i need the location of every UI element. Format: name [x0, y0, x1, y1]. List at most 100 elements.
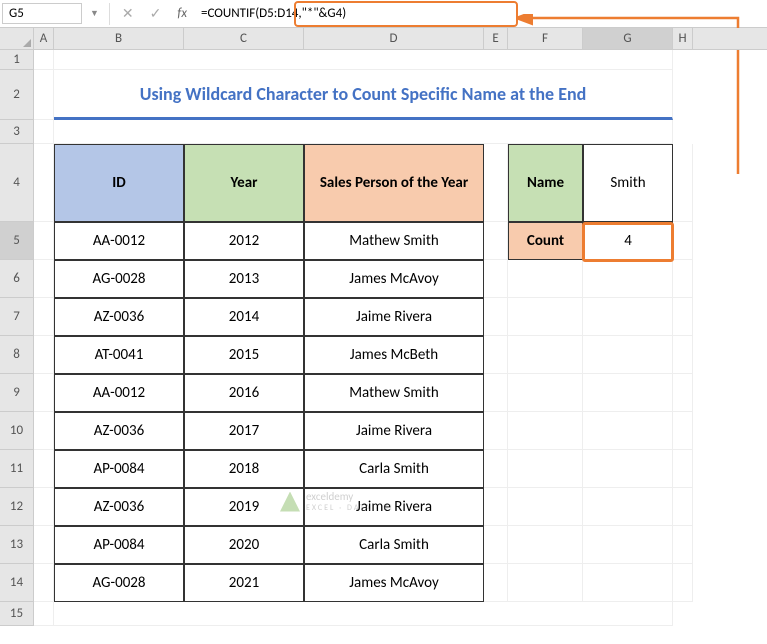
cell[interactable]	[583, 412, 673, 450]
table-cell[interactable]: AP-0084	[54, 526, 184, 564]
cell[interactable]	[54, 120, 673, 144]
cell[interactable]	[583, 526, 673, 564]
cell[interactable]	[484, 144, 508, 222]
cell[interactable]	[508, 374, 583, 412]
row-header[interactable]: 10	[0, 412, 34, 450]
cell[interactable]	[673, 412, 693, 450]
cell[interactable]	[484, 450, 508, 488]
col-header[interactable]: F	[508, 28, 583, 49]
table-cell[interactable]: 2016	[184, 374, 304, 412]
table-header-year[interactable]: Year	[184, 144, 304, 222]
cancel-icon[interactable]: ✕	[114, 5, 142, 22]
table-cell[interactable]: James McBeth	[304, 336, 484, 374]
table-cell[interactable]: 2020	[184, 526, 304, 564]
cell[interactable]	[583, 450, 673, 488]
table-cell[interactable]: AG-0028	[54, 564, 184, 602]
table-cell[interactable]: 2014	[184, 298, 304, 336]
page-title[interactable]: Using Wildcard Character to Count Specif…	[54, 70, 673, 120]
cell[interactable]	[484, 488, 508, 526]
table-cell[interactable]: James McAvoy	[304, 564, 484, 602]
table-cell[interactable]: Mathew Smith	[304, 374, 484, 412]
cell[interactable]	[673, 260, 693, 298]
cell[interactable]	[673, 526, 693, 564]
cell[interactable]	[508, 488, 583, 526]
table-cell[interactable]: Carla Smith	[304, 526, 484, 564]
cell[interactable]	[508, 526, 583, 564]
name-box-dropdown-icon[interactable]: ▼	[84, 8, 105, 19]
cell[interactable]	[34, 412, 54, 450]
row-header[interactable]: 1	[0, 50, 34, 70]
table-cell[interactable]: AP-0084	[54, 450, 184, 488]
lookup-name-value[interactable]: Smith	[583, 144, 673, 222]
table-cell[interactable]: AZ-0036	[54, 412, 184, 450]
table-cell[interactable]: AA-0012	[54, 374, 184, 412]
table-cell[interactable]: AZ-0036	[54, 488, 184, 526]
row-header[interactable]: 5	[0, 222, 34, 260]
cell[interactable]	[673, 374, 693, 412]
table-cell[interactable]: 2012	[184, 222, 304, 260]
table-cell[interactable]: James McAvoy	[304, 260, 484, 298]
table-cell[interactable]: 2017	[184, 412, 304, 450]
lookup-count-label[interactable]: Count	[508, 222, 583, 260]
row-header[interactable]: 4	[0, 144, 34, 222]
cell[interactable]	[34, 526, 54, 564]
cell[interactable]	[583, 374, 673, 412]
cell[interactable]	[673, 450, 693, 488]
cell[interactable]	[508, 260, 583, 298]
cell[interactable]	[583, 336, 673, 374]
cell[interactable]	[484, 298, 508, 336]
row-header[interactable]: 11	[0, 450, 34, 488]
col-header[interactable]: B	[54, 28, 184, 49]
row-header[interactable]: 7	[0, 298, 34, 336]
table-cell[interactable]: Jaime Rivera	[304, 298, 484, 336]
row-header[interactable]: 9	[0, 374, 34, 412]
table-cell[interactable]: 2018	[184, 450, 304, 488]
cell[interactable]	[484, 374, 508, 412]
cell[interactable]	[34, 374, 54, 412]
cell[interactable]	[34, 222, 54, 260]
cell[interactable]	[34, 564, 54, 602]
cell[interactable]	[583, 260, 673, 298]
cell[interactable]	[484, 260, 508, 298]
cell[interactable]	[508, 336, 583, 374]
row-header[interactable]: 15	[0, 602, 34, 626]
row-header[interactable]: 2	[0, 70, 34, 120]
cell[interactable]	[484, 412, 508, 450]
cell[interactable]	[673, 336, 693, 374]
row-header[interactable]: 12	[0, 488, 34, 526]
row-header[interactable]: 6	[0, 260, 34, 298]
table-header-id[interactable]: ID	[54, 144, 184, 222]
table-cell[interactable]: AT-0041	[54, 336, 184, 374]
cell[interactable]	[34, 450, 54, 488]
cell[interactable]	[484, 222, 508, 260]
table-header-sales[interactable]: Sales Person of the Year	[304, 144, 484, 222]
cell[interactable]	[34, 144, 54, 222]
row-header[interactable]: 13	[0, 526, 34, 564]
table-cell[interactable]: 2021	[184, 564, 304, 602]
table-cell[interactable]: 2013	[184, 260, 304, 298]
col-header[interactable]: E	[484, 28, 508, 49]
cell[interactable]	[673, 488, 693, 526]
cell[interactable]	[583, 298, 673, 336]
cell[interactable]	[34, 488, 54, 526]
cell[interactable]	[673, 222, 693, 260]
name-box[interactable]: G5	[2, 3, 82, 24]
col-header[interactable]: G	[583, 28, 673, 49]
cell[interactable]	[34, 336, 54, 374]
cell[interactable]	[673, 144, 693, 222]
formula-input[interactable]: =COUNTIF(D5:D14,"*"&G4)	[195, 4, 767, 23]
table-cell[interactable]: AG-0028	[54, 260, 184, 298]
cell[interactable]	[34, 120, 54, 144]
col-header[interactable]: H	[673, 28, 693, 49]
cell[interactable]	[54, 602, 673, 626]
enter-icon[interactable]: ✓	[142, 5, 170, 22]
cell[interactable]	[583, 564, 673, 602]
lookup-count-value[interactable]: 4	[583, 222, 673, 260]
cell[interactable]	[34, 602, 54, 626]
cell[interactable]	[484, 526, 508, 564]
row-header[interactable]: 8	[0, 336, 34, 374]
select-all-button[interactable]	[0, 28, 34, 49]
row-header[interactable]: 3	[0, 120, 34, 144]
cell[interactable]	[54, 50, 673, 70]
cell[interactable]	[34, 260, 54, 298]
